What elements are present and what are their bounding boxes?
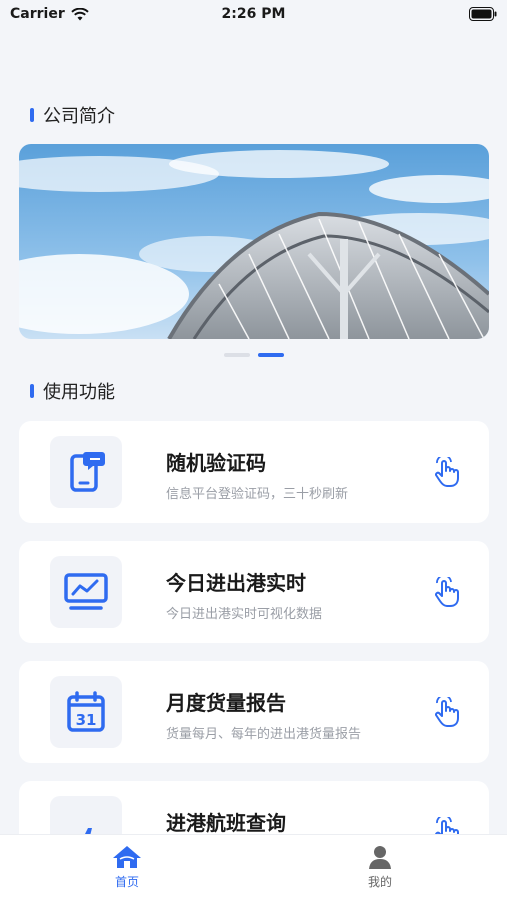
card-desc: 信息平台登验证码，三十秒刷新 <box>166 487 349 502</box>
tap-hand-icon[interactable] <box>433 457 461 487</box>
tab-home[interactable]: 首页 <box>67 845 187 890</box>
section-company: 公司简介 <box>30 104 115 127</box>
card-desc: 货量每月、每年的进出港货量报告 <box>166 727 362 742</box>
card-icon-box <box>50 436 122 508</box>
card-desc: 今日进出港实时可视化数据 <box>166 607 323 622</box>
tab-home-label: 首页 <box>114 875 139 889</box>
calendar-day-label: 31 <box>76 711 97 729</box>
section-functions: 使用功能 <box>30 380 115 403</box>
section-company-title: 公司简介 <box>43 106 115 127</box>
banner-image <box>19 144 489 339</box>
tab-mine[interactable]: 我的 <box>320 845 440 890</box>
card-icon-box: 31 <box>50 676 122 748</box>
calendar-31-icon: 31 <box>67 691 105 732</box>
phone-message-icon <box>70 452 105 492</box>
card-icon-box <box>50 556 122 628</box>
carousel-dot-active[interactable] <box>257 353 284 357</box>
card-title: 进港航班查询 <box>166 811 286 835</box>
tap-hand-icon[interactable] <box>433 697 461 727</box>
home-icon <box>113 846 141 868</box>
banner-carousel[interactable] <box>19 144 489 339</box>
card-monthly-report[interactable]: 31 月度货量报告 货量每月、每年的进出港货量报告 <box>19 661 489 763</box>
chart-monitor-icon <box>64 573 108 610</box>
card-title: 随机验证码 <box>166 451 266 475</box>
status-bar: Carrier 2:26 PM <box>0 0 507 30</box>
tab-mine-label: 我的 <box>367 875 392 889</box>
status-time: 2:26 PM <box>221 6 286 22</box>
tap-hand-icon[interactable] <box>433 577 461 607</box>
card-title: 月度货量报告 <box>166 691 286 715</box>
section-marker <box>30 108 34 122</box>
section-functions-title: 使用功能 <box>43 382 115 403</box>
battery-icon <box>469 7 497 21</box>
tab-bar: 首页 我的 <box>0 834 507 900</box>
user-icon <box>369 846 391 869</box>
card-random-code[interactable]: 随机验证码 信息平台登验证码，三十秒刷新 <box>19 421 489 523</box>
card-title: 今日进出港实时 <box>166 571 306 595</box>
carousel-dot[interactable] <box>223 353 250 357</box>
section-marker <box>30 384 34 398</box>
carousel-indicator[interactable] <box>0 353 507 357</box>
card-realtime-port[interactable]: 今日进出港实时 今日进出港实时可视化数据 <box>19 541 489 643</box>
